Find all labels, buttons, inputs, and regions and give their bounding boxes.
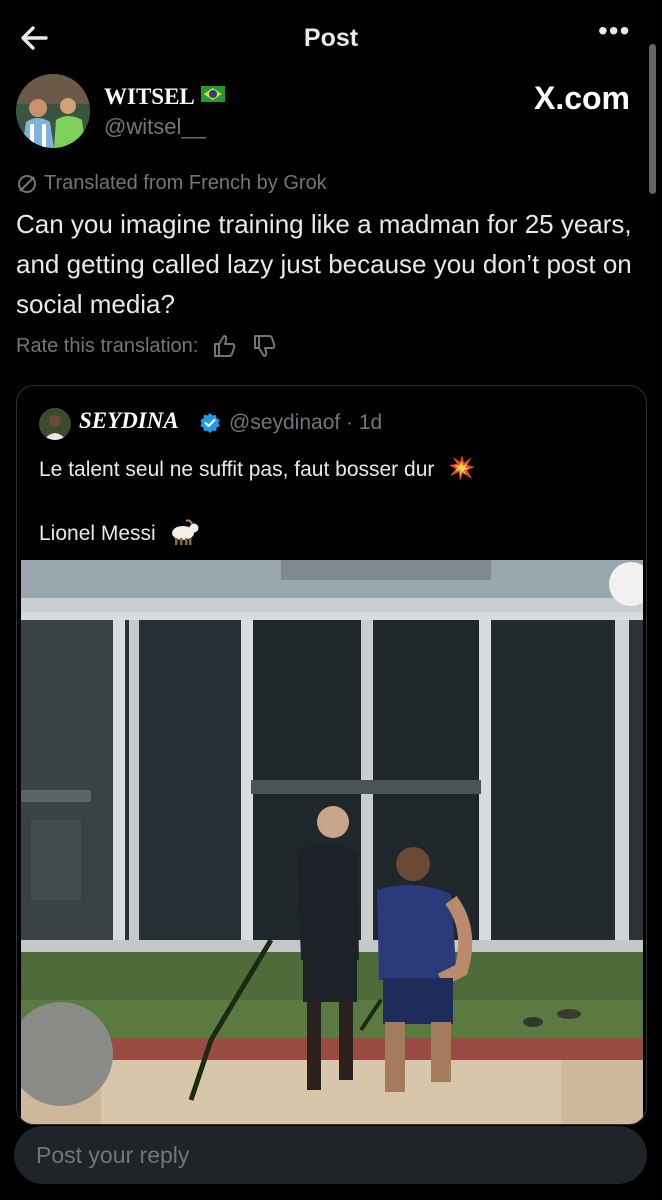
page-title: Post	[303, 24, 359, 52]
rate-translation: Rate this translation:	[16, 333, 278, 359]
brazil-flag-icon	[200, 86, 225, 102]
more-icon: •••	[598, 15, 631, 46]
collision-emoji-icon	[449, 455, 476, 481]
quoted-text-line1-text: Le talent seul ne suffit pas, faut bosse…	[39, 458, 435, 481]
scrollbar[interactable]	[649, 44, 656, 194]
video-frame	[21, 560, 643, 1124]
back-button[interactable]	[16, 20, 52, 56]
translation-notice: Translated from French by Grok	[16, 172, 327, 195]
author-handle[interactable]: @witsel__	[104, 114, 206, 140]
post-author: WITSEL @witsel__ X.com	[16, 74, 636, 150]
translation-notice-text: Translated from French by Grok	[44, 172, 327, 194]
quoted-post[interactable]: SEYDINA @seydinaof · 1d Le talent seul n…	[16, 385, 647, 1125]
goat-emoji-icon	[171, 519, 199, 545]
avatar[interactable]	[16, 74, 90, 148]
more-button[interactable]: •••	[598, 17, 638, 54]
author-name-text: WITSEL	[104, 84, 195, 109]
back-arrow-icon	[21, 26, 48, 50]
post-text: Can you imagine training like a madman f…	[16, 209, 632, 319]
quoted-text-line1: Le talent seul ne suffit pas, faut bosse…	[39, 454, 476, 482]
quoted-video[interactable]	[21, 560, 643, 1124]
thumbs-down-icon[interactable]	[252, 333, 278, 359]
rate-translation-label: Rate this translation:	[16, 334, 199, 357]
verified-badge-icon	[200, 413, 220, 433]
quoted-handle-time[interactable]: @seydinaof · 1d	[229, 411, 382, 435]
reply-input[interactable]	[36, 1126, 626, 1184]
quoted-text-line2: Lionel Messi	[39, 518, 200, 546]
quoted-avatar[interactable]	[39, 408, 71, 440]
translate-icon	[18, 174, 36, 193]
top-bar: Post •••	[0, 0, 662, 76]
quoted-text-line2-text: Lionel Messi	[39, 522, 156, 545]
reply-bar	[14, 1126, 647, 1184]
thumbs-up-icon[interactable]	[212, 333, 238, 359]
quoted-author-name[interactable]: SEYDINA	[79, 408, 179, 434]
author-name[interactable]: WITSEL	[104, 84, 225, 110]
source-label: X.com	[533, 80, 630, 116]
